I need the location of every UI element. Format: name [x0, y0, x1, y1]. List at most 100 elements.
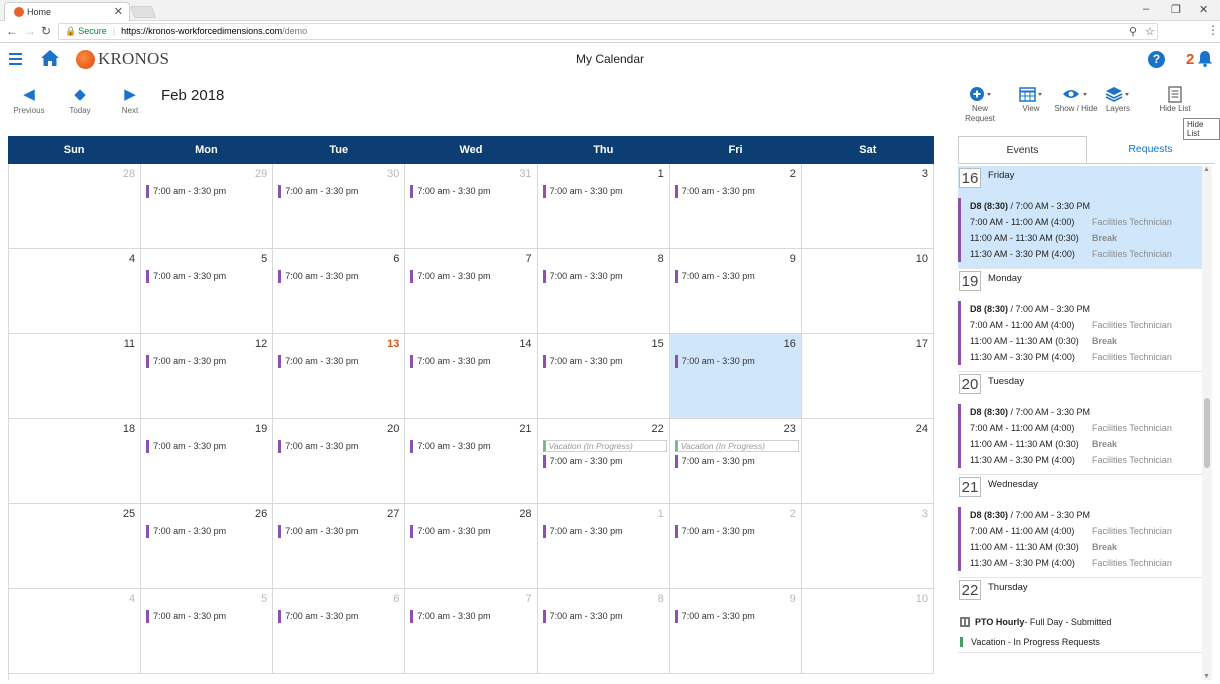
shift-event[interactable]: 7:00 am - 3:30 pm [146, 355, 226, 368]
day-cell[interactable]: 13 7:00 am - 3:30 pm [273, 334, 406, 419]
day-cell[interactable]: 17 [801, 334, 934, 419]
day-cell[interactable]: 18 [9, 419, 142, 504]
shift-event[interactable]: 7:00 am - 3:30 pm [542, 455, 623, 468]
shift-event[interactable]: 7:00 am - 3:30 pm [410, 355, 490, 368]
shift-event[interactable]: 7:00 am - 3:30 pm [410, 270, 490, 283]
shift-event[interactable]: 7:00 am - 3:30 pm [410, 185, 490, 198]
shift-event[interactable]: 7:00 am - 3:30 pm [278, 185, 358, 198]
shift-event[interactable]: 7:00 am - 3:30 pm [542, 270, 623, 283]
previous-button[interactable]: ◀ Previous [7, 87, 51, 115]
day-cell[interactable]: 30 7:00 am - 3:30 pm [273, 164, 406, 249]
view-button[interactable]: View [1016, 86, 1046, 113]
shift-event[interactable]: 7:00 am - 3:30 pm [542, 610, 623, 623]
tab-requests[interactable]: Requests [1087, 136, 1214, 163]
shift-event[interactable]: 7:00 am - 3:30 pm [278, 440, 358, 453]
day-cell[interactable]: 11 [9, 334, 142, 419]
day-cell[interactable]: 9 7:00 am - 3:30 pm [669, 589, 802, 674]
new-tab-button[interactable] [129, 6, 157, 18]
day-cell[interactable]: 3 [801, 504, 934, 589]
day-cell[interactable]: 16 7:00 am - 3:30 pm [669, 334, 802, 419]
day-cell[interactable]: 5 7:00 am - 3:30 pm [141, 589, 274, 674]
shift-event[interactable]: 7:00 am - 3:30 pm [278, 525, 358, 538]
day-cell[interactable]: 3 [801, 164, 934, 249]
shift-event[interactable]: 7:00 am - 3:30 pm [278, 270, 358, 283]
shift-event[interactable]: 7:00 am - 3:30 pm [146, 525, 226, 538]
minimize-icon[interactable]: – [1143, 3, 1149, 15]
day-cell[interactable]: 20 7:00 am - 3:30 pm [273, 419, 406, 504]
day-cell[interactable]: 23 Vacation (In Progress) 7:00 am - 3:30 p… [669, 419, 802, 504]
shift-event[interactable]: 7:00 am - 3:30 pm [278, 610, 358, 623]
shift-event[interactable]: 7:00 am - 3:30 pm [674, 610, 755, 623]
shift-event[interactable]: 7:00 am - 3:30 pm [146, 610, 226, 623]
day-cell[interactable]: 25 [9, 504, 142, 589]
shift-event[interactable]: 7:00 am - 3:30 pm [674, 525, 755, 538]
vacation-event[interactable]: Vacation (In Progress) [542, 440, 667, 452]
day-event-group[interactable]: 22 Thursday PTO Hourly - Full Day - Submit… [958, 578, 1202, 653]
day-event-group[interactable]: 19 Monday D8 (8:30) / 7:00 AM - 3:30 PM 7:0… [958, 269, 1202, 372]
day-cell[interactable]: 1 7:00 am - 3:30 pm [537, 504, 670, 589]
day-cell[interactable]: 7 7:00 am - 3:30 pm [405, 589, 538, 674]
next-button[interactable]: ▶ Next [108, 87, 152, 115]
scroll-up-icon[interactable]: ▲ [1203, 166, 1210, 173]
vacation-event[interactable]: Vacation (In Progress) [674, 440, 799, 452]
events-scrollbar[interactable]: ▲ ▼ [1202, 166, 1212, 680]
reload-icon[interactable]: ↻ [41, 24, 51, 38]
back-icon[interactable]: ← [6, 24, 18, 38]
day-cell[interactable]: 28 7:00 am - 3:30 pm [405, 504, 538, 589]
day-cell[interactable]: 26 7:00 am - 3:30 pm [141, 504, 274, 589]
day-event-group[interactable]: 20 Tuesday D8 (8:30) / 7:00 AM - 3:30 PM 7:… [958, 372, 1202, 475]
day-cell[interactable]: 14 7:00 am - 3:30 pm [405, 334, 538, 419]
today-button[interactable]: ◆ Today [58, 87, 102, 115]
shift-event[interactable]: 7:00 am - 3:30 pm [146, 185, 226, 198]
day-cell[interactable]: 27 7:00 am - 3:30 pm [273, 504, 406, 589]
day-cell[interactable]: 5 7:00 am - 3:30 pm [141, 249, 274, 334]
shift-event[interactable]: 7:00 am - 3:30 pm [674, 455, 755, 468]
tab-events[interactable]: Events [958, 136, 1087, 163]
browser-tab[interactable]: Home ✕ [4, 2, 130, 21]
day-cell[interactable]: 6 7:00 am - 3:30 pm [273, 249, 406, 334]
day-cell[interactable]: 10 [801, 589, 934, 674]
day-cell[interactable]: 2 7:00 am - 3:30 pm [669, 164, 802, 249]
shift-event[interactable]: 7:00 am - 3:30 pm [542, 185, 623, 198]
url-input[interactable]: 🔒 Secure | https://kronos-workforcedimensio… [58, 23, 1158, 40]
forward-icon[interactable]: → [24, 24, 36, 38]
day-event-group[interactable]: 16 Friday D8 (8:30) / 7:00 AM - 3:30 PM 7:0… [958, 166, 1202, 269]
notification-count[interactable]: 2 [1186, 51, 1194, 68]
day-cell[interactable]: 4 [9, 589, 142, 674]
day-cell[interactable]: 28 [9, 164, 142, 249]
shift-event[interactable]: 7:00 am - 3:30 pm [146, 440, 226, 453]
zoom-icon[interactable]: ⚲ [1129, 25, 1137, 38]
shift-event[interactable]: 7:00 am - 3:30 pm [674, 355, 755, 368]
day-cell[interactable]: 10 [801, 249, 934, 334]
close-window-icon[interactable]: ✕ [1199, 3, 1208, 16]
day-cell[interactable]: 12 7:00 am - 3:30 pm [141, 334, 274, 419]
maximize-icon[interactable]: ❐ [1171, 3, 1181, 16]
shift-event[interactable]: 7:00 am - 3:30 pm [542, 525, 623, 538]
shift-event[interactable]: 7:00 am - 3:30 pm [410, 440, 490, 453]
layers-button[interactable]: Layers [1102, 86, 1134, 113]
shift-event[interactable]: 7:00 am - 3:30 pm [542, 355, 623, 368]
bookmark-star-icon[interactable]: ☆ [1145, 25, 1155, 38]
day-cell[interactable]: 29 7:00 am - 3:30 pm [141, 164, 274, 249]
day-cell[interactable]: 8 7:00 am - 3:30 pm [537, 589, 670, 674]
day-cell[interactable]: 9 7:00 am - 3:30 pm [669, 249, 802, 334]
browser-menu-icon[interactable]: ⋮ [1207, 23, 1219, 37]
close-tab-icon[interactable]: ✕ [114, 5, 123, 18]
day-cell[interactable]: 2 7:00 am - 3:30 pm [669, 504, 802, 589]
day-cell[interactable]: 6 7:00 am - 3:30 pm [273, 589, 406, 674]
day-cell[interactable]: 31 7:00 am - 3:30 pm [405, 164, 538, 249]
day-cell[interactable]: 24 [801, 419, 934, 504]
day-cell[interactable]: 15 7:00 am - 3:30 pm [537, 334, 670, 419]
shift-event[interactable]: 7:00 am - 3:30 pm [674, 270, 755, 283]
shift-event[interactable]: 7:00 am - 3:30 pm [278, 355, 358, 368]
day-cell[interactable]: 22 Vacation (In Progress) 7:00 am - 3:30 p… [537, 419, 670, 504]
shift-event[interactable]: 7:00 am - 3:30 pm [410, 610, 490, 623]
vacation-request[interactable]: Vacation - In Progress Requests [960, 632, 1202, 652]
day-cell[interactable]: 1 7:00 am - 3:30 pm [537, 164, 670, 249]
shift-event[interactable]: 7:00 am - 3:30 pm [410, 525, 490, 538]
shift-event[interactable]: 7:00 am - 3:30 pm [674, 185, 755, 198]
shift-event[interactable]: 7:00 am - 3:30 pm [146, 270, 226, 283]
pto-request[interactable]: PTO Hourly - Full Day - Submitted [960, 612, 1202, 632]
day-cell[interactable]: 4 [9, 249, 142, 334]
bell-icon[interactable] [1198, 51, 1212, 67]
